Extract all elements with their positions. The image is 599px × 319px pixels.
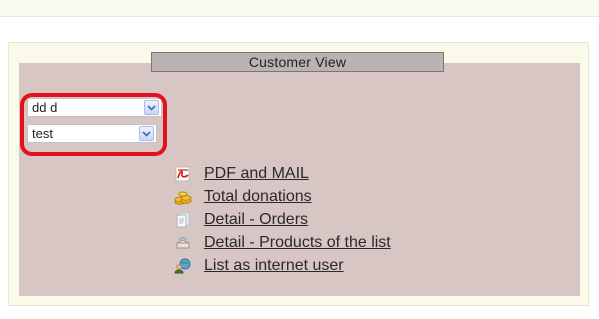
link-detail-products[interactable]: Detail - Products of the list bbox=[172, 231, 391, 254]
pdf-icon bbox=[172, 165, 194, 183]
top-divider bbox=[0, 16, 599, 17]
products-icon bbox=[172, 234, 194, 252]
link-detail-products-label[interactable]: Detail - Products of the list bbox=[204, 234, 391, 252]
action-links: PDF and MAIL Total donations Detail - Or… bbox=[172, 162, 391, 277]
internet-user-icon bbox=[172, 257, 194, 275]
selection-highlight bbox=[20, 93, 167, 156]
top-band bbox=[0, 0, 599, 16]
link-total-donations-label[interactable]: Total donations bbox=[204, 188, 312, 206]
orders-icon bbox=[172, 211, 194, 229]
link-total-donations[interactable]: Total donations bbox=[172, 185, 391, 208]
panel-title: Customer View bbox=[151, 52, 444, 72]
link-pdf-mail-label[interactable]: PDF and MAIL bbox=[204, 165, 309, 183]
link-internet-user[interactable]: List as internet user bbox=[172, 254, 391, 277]
donations-icon bbox=[172, 188, 194, 206]
link-detail-orders[interactable]: Detail - Orders bbox=[172, 208, 391, 231]
link-pdf-mail[interactable]: PDF and MAIL bbox=[172, 162, 391, 185]
link-detail-orders-label[interactable]: Detail - Orders bbox=[204, 211, 308, 229]
link-internet-user-label[interactable]: List as internet user bbox=[204, 257, 344, 275]
